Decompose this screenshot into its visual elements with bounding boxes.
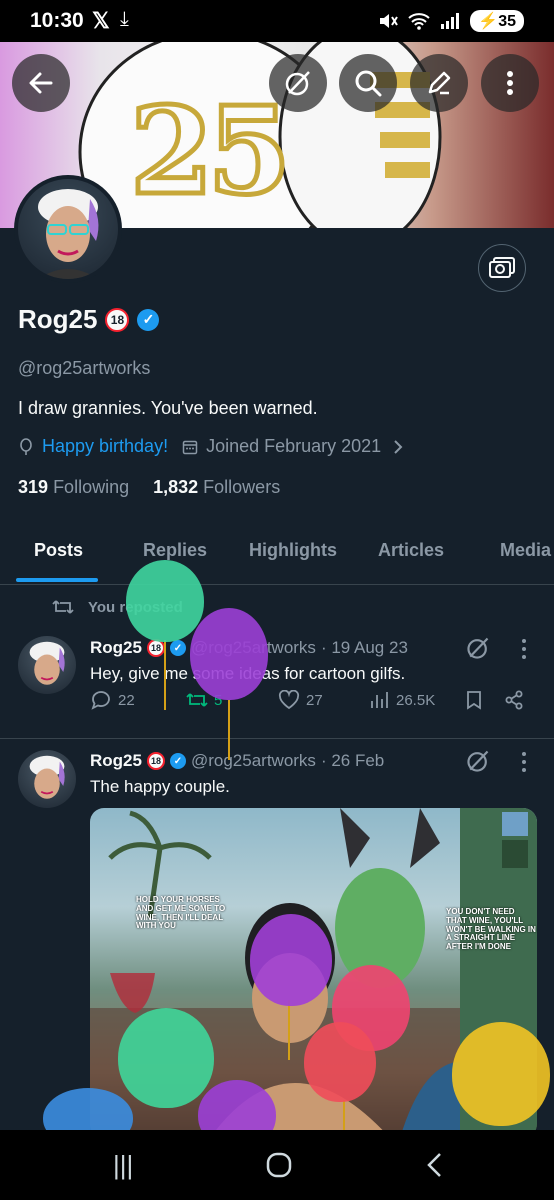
tab-media[interactable]: Media xyxy=(500,540,551,561)
like-count: 27 xyxy=(306,691,323,709)
arrow-left-icon xyxy=(29,72,53,94)
tab-highlights[interactable]: Highlights xyxy=(249,540,337,561)
share-icon[interactable] xyxy=(504,690,524,710)
back-nav-icon[interactable] xyxy=(426,1152,442,1178)
post-date: · 19 Aug 23 xyxy=(320,638,408,657)
post-handle: @rog25artworks xyxy=(190,751,316,770)
repost-icon xyxy=(186,693,208,707)
following-count: 319 xyxy=(18,477,49,497)
recents-icon[interactable]: ||| xyxy=(113,1150,133,1181)
banner-number: 25 xyxy=(128,81,294,222)
wifi-icon xyxy=(408,13,430,30)
birthday-link[interactable]: Happy birthday! xyxy=(42,436,168,457)
more-button[interactable] xyxy=(481,54,539,112)
signal-icon xyxy=(441,13,460,29)
post-text: The happy couple. xyxy=(90,777,230,796)
post-avatar[interactable] xyxy=(18,636,76,694)
compose-button[interactable] xyxy=(410,54,468,112)
battery-level: 35 xyxy=(498,13,516,30)
post-image[interactable]: HOLD YOUR HORSES AND GET ME SOME TO WINE… xyxy=(90,808,537,1138)
speech-bubble-left: HOLD YOUR HORSES AND GET ME SOME TO WINE… xyxy=(136,895,226,931)
verified-badge-icon: ✓ xyxy=(169,753,186,769)
chevron-right-icon[interactable] xyxy=(393,439,403,455)
tab-replies[interactable]: Replies xyxy=(143,540,207,561)
profile-bio: I draw grannies. You've been warned. xyxy=(18,398,318,418)
active-tab-indicator xyxy=(16,578,98,582)
repost-indicator: You reposted xyxy=(52,598,183,616)
post-text: Hey, give me some ideas for cartoon gilf… xyxy=(90,664,406,683)
age-18-badge-icon: 18 xyxy=(105,307,130,332)
verified-badge-icon: ✓ xyxy=(137,308,160,331)
age-18-badge-icon: 18 xyxy=(146,639,165,657)
grok-analyze-icon[interactable] xyxy=(465,635,491,661)
age-18-badge-icon: 18 xyxy=(146,752,165,770)
post-more-icon[interactable] xyxy=(520,638,528,660)
post-date: · 26 Feb xyxy=(320,751,385,770)
system-nav-bar: ||| xyxy=(0,1130,554,1200)
download-icon: ⤓ xyxy=(120,8,129,30)
search-icon xyxy=(355,70,382,97)
followers-link[interactable]: 1,832 Followers xyxy=(153,477,280,498)
profile-avatar[interactable] xyxy=(14,175,122,283)
post-header: Rog25 18 ✓ @rog25artworks · 26 Feb xyxy=(90,751,384,771)
post-handle: @rog25artworks xyxy=(190,638,316,657)
profile-tabs: Posts Replies Highlights Articles Media xyxy=(0,526,554,585)
profile-meta: Happy birthday! Joined February 2021 xyxy=(18,436,403,457)
profile-name-row: Rog25 18 ✓ xyxy=(18,304,160,335)
reply-count: 22 xyxy=(118,691,135,709)
repost-icon xyxy=(52,600,74,614)
tab-articles[interactable]: Articles xyxy=(378,540,444,561)
status-bar: 10:30 𝕏 ⤓ ⚡35 xyxy=(0,0,554,42)
profile-name: Rog25 xyxy=(18,304,98,334)
followers-label: Followers xyxy=(203,477,281,497)
views-count: 26.5K xyxy=(396,691,436,709)
image-gallery-icon xyxy=(489,257,515,278)
tab-posts[interactable]: Posts xyxy=(34,540,83,561)
back-button[interactable] xyxy=(12,54,70,112)
bookmark-icon[interactable] xyxy=(466,690,482,710)
more-vertical-icon xyxy=(507,71,513,95)
search-button[interactable] xyxy=(339,54,397,112)
followers-count: 1,832 xyxy=(153,477,199,497)
views-chart-icon xyxy=(371,692,388,708)
verified-badge-icon: ✓ xyxy=(169,640,186,656)
home-icon[interactable] xyxy=(266,1152,292,1178)
reply-icon xyxy=(91,691,110,710)
speech-bubble-right: YOU DON'T NEED THAT WINE, YOU'LL WON'T B… xyxy=(446,907,536,952)
heart-icon xyxy=(278,690,300,710)
reply-button[interactable]: 22 xyxy=(90,690,135,710)
avatar-image xyxy=(18,179,118,279)
pencil-icon xyxy=(428,71,451,95)
status-time: 10:30 xyxy=(30,9,84,32)
repost-label: You reposted xyxy=(88,598,183,616)
post-more-icon[interactable] xyxy=(520,751,528,773)
calendar-icon xyxy=(182,440,198,454)
grok-analyze-icon[interactable] xyxy=(465,748,491,774)
repost-button[interactable]: 5 xyxy=(186,691,222,709)
status-icons: ⚡35 xyxy=(378,10,524,32)
mute-icon xyxy=(380,14,399,28)
following-link[interactable]: 319 Following xyxy=(18,477,129,498)
post-avatar[interactable] xyxy=(18,750,76,808)
slash-circle-icon xyxy=(285,71,310,96)
profile-handle: @rog25artworks xyxy=(18,358,151,378)
like-button[interactable]: 27 xyxy=(278,690,323,710)
views-button[interactable]: 26.5K xyxy=(370,691,435,709)
post-header: Rog25 18 ✓ @rog25artworks · 19 Aug 23 xyxy=(90,638,408,658)
follow-counts: 319 Following 1,832 Followers xyxy=(18,477,280,498)
joined-date: Joined February 2021 xyxy=(206,436,382,456)
x-logo-icon: 𝕏 xyxy=(92,8,110,33)
following-label: Following xyxy=(53,477,130,497)
grok-button[interactable] xyxy=(269,54,327,112)
repost-count: 5 xyxy=(214,691,223,709)
battery-indicator: ⚡35 xyxy=(470,10,524,32)
balloon-icon xyxy=(20,437,32,455)
post-divider xyxy=(0,738,554,739)
post-author-name[interactable]: Rog25 xyxy=(90,638,142,658)
post-author-name[interactable]: Rog25 xyxy=(90,751,142,771)
media-gallery-button[interactable] xyxy=(478,244,526,292)
post-image-artwork xyxy=(90,808,537,1138)
